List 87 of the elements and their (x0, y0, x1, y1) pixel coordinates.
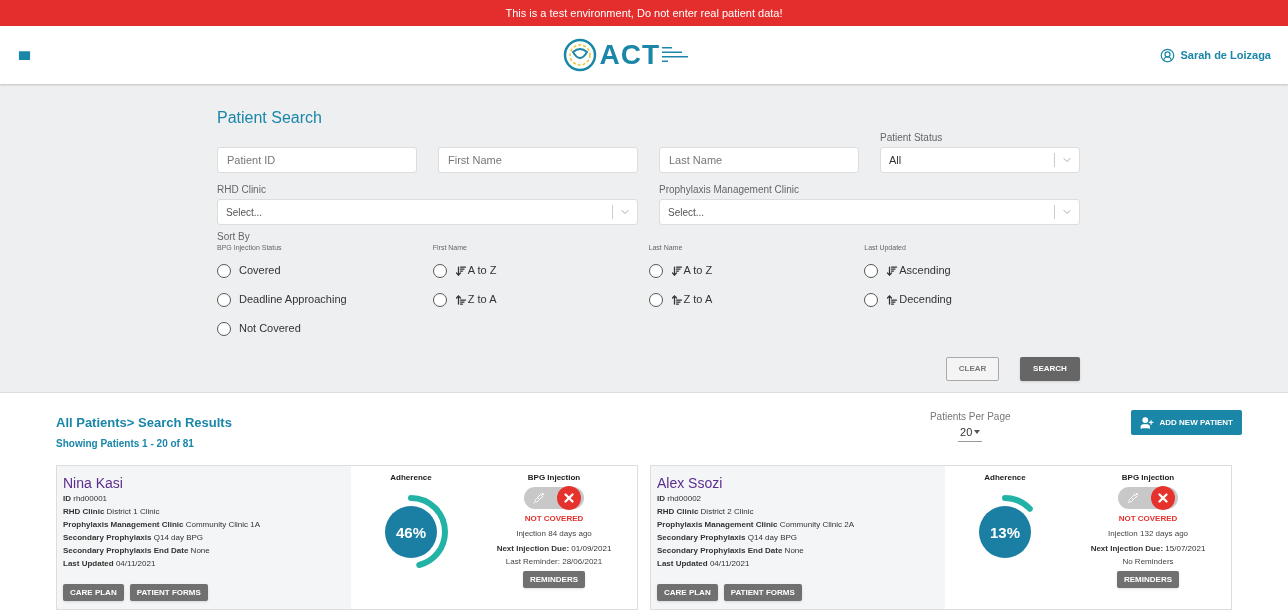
adherence-value: 13% (990, 524, 1020, 540)
radio-button[interactable] (432, 263, 447, 278)
field-label: Prophylaxis Management Clinic (659, 183, 801, 197)
field-label: Patient Status (880, 131, 944, 145)
injection-status: NOT COVERED (524, 513, 584, 525)
adherence-circle (979, 506, 1031, 558)
radio-label: Not Covered (239, 321, 301, 337)
radio-label: A to Z (683, 263, 713, 279)
patient-detail: Secondary Prophylaxis Q14 day BPG (657, 532, 799, 544)
search-input[interactable]: Last Name (659, 147, 859, 173)
search-title: Patient Search (217, 108, 323, 128)
next-injection-due: Next Injection Due: 15/07/2021 (1090, 543, 1206, 555)
card-action-button[interactable]: PATIENT FORMS (129, 584, 208, 601)
radio-button[interactable] (648, 292, 663, 307)
card-action-button[interactable]: CARE PLAN (63, 584, 124, 601)
patient-detail: Last Updated 04/11/2021 (63, 558, 157, 570)
patient-detail: RHD Clinic District 2 Clinic (657, 506, 755, 518)
search-input[interactable]: First Name (438, 147, 638, 173)
per-page-select[interactable]: 20 (958, 424, 983, 442)
patient-detail: Last Updated 04/11/2021 (657, 558, 751, 570)
sort-descending-icon (454, 264, 467, 277)
sort-descending-icon (886, 264, 899, 277)
reminder-text: Last Reminder: 28/06/2021 (505, 556, 603, 568)
test-environment-banner: This is a test environment, Do not enter real patient data! (0, 0, 1288, 26)
radio-label: Ascending (899, 263, 951, 279)
patient-detail: Prophylaxis Management Clinic Community Clinic 1A (63, 519, 261, 531)
radio-button[interactable] (864, 263, 879, 278)
radio-label: A to Z (467, 263, 497, 279)
sort-ascending-icon (670, 293, 683, 306)
reminders-button[interactable]: REMINDERS (1117, 571, 1179, 588)
sort-descending-icon (670, 264, 683, 277)
clinic-select[interactable]: Select... (659, 199, 1080, 225)
adherence-value: 46% (396, 524, 426, 540)
injection-ago: Injection 132 days ago (1107, 528, 1189, 540)
next-injection-due: Next Injection Due: 01/09/2021 (496, 543, 612, 555)
add-user-icon (1139, 415, 1154, 430)
radio-button[interactable] (864, 292, 879, 307)
user-icon (1159, 47, 1175, 63)
radio-button[interactable] (217, 321, 231, 336)
patient-detail: ID rhd00001 (63, 493, 109, 505)
logo-text: ACT (599, 41, 661, 69)
sort-ascending-icon (886, 293, 899, 306)
card-action-button[interactable]: CARE PLAN (657, 584, 718, 601)
add-patient-button[interactable]: ADD NEW PATIENT (1130, 410, 1242, 435)
adherence-circle (385, 506, 437, 558)
clinic-select[interactable]: Select... (217, 199, 638, 225)
radio-label: Deadline Approaching (239, 292, 347, 308)
patient-detail: Secondary Prophylaxis End Date None (63, 545, 211, 557)
logo-icon (563, 38, 598, 72)
radio-button[interactable] (432, 292, 447, 307)
search-input[interactable]: Patient ID (217, 147, 417, 173)
field-label: RHD Clinic (217, 183, 267, 197)
sort-by-label: Sort By (217, 231, 251, 243)
card-action-button[interactable]: PATIENT FORMS (723, 584, 802, 601)
per-page-label: Patients Per Page (929, 410, 1011, 424)
radio-button[interactable] (648, 263, 663, 278)
adherence-label: Adherence (390, 472, 432, 484)
radio-button[interactable] (217, 292, 231, 307)
injection-ago: Injection 84 days ago (516, 528, 592, 540)
clear-button[interactable]: CLEAR (946, 357, 999, 381)
injection-status: NOT COVERED (1118, 513, 1178, 525)
radio-button[interactable] (217, 263, 231, 278)
sort-ascending-icon (454, 293, 467, 306)
reminder-text: No Reminders (1122, 556, 1174, 568)
logo-tagline-drawing (662, 46, 689, 64)
radio-label: Decending (899, 292, 952, 308)
results-count: Showing Patients 1 - 20 of 81 (56, 436, 195, 451)
adherence-label: Adherence (984, 472, 1026, 484)
status-select[interactable]: All (880, 147, 1080, 173)
syringe-icon (533, 492, 545, 504)
radio-label: Z to A (467, 292, 497, 308)
radio-label: Covered (239, 263, 281, 279)
patient-detail: Secondary Prophylaxis End Date None (657, 545, 805, 557)
patient-detail: ID rhd00002 (657, 493, 703, 505)
patient-name[interactable]: Alex Ssozi (657, 474, 939, 492)
patient-detail: RHD Clinic District 1 Clinic (63, 506, 161, 518)
patient-detail: Secondary Prophylaxis Q14 day BPG (63, 532, 205, 544)
user-menu[interactable]: Sarah de Loizaga (1159, 46, 1271, 64)
patient-name[interactable]: Nina Kasi (63, 474, 345, 492)
injection-label: BPG Injection (1121, 472, 1175, 484)
results-title: All Patients> Search Results (56, 414, 232, 432)
patient-detail: Prophylaxis Management Clinic Community Clinic 2A (657, 519, 855, 531)
injection-label: BPG Injection (527, 472, 581, 484)
search-button[interactable]: SEARCH (1020, 357, 1080, 381)
radio-label: Z to A (683, 292, 713, 308)
syringe-icon (1127, 492, 1139, 504)
reminders-button[interactable]: REMINDERS (523, 571, 585, 588)
